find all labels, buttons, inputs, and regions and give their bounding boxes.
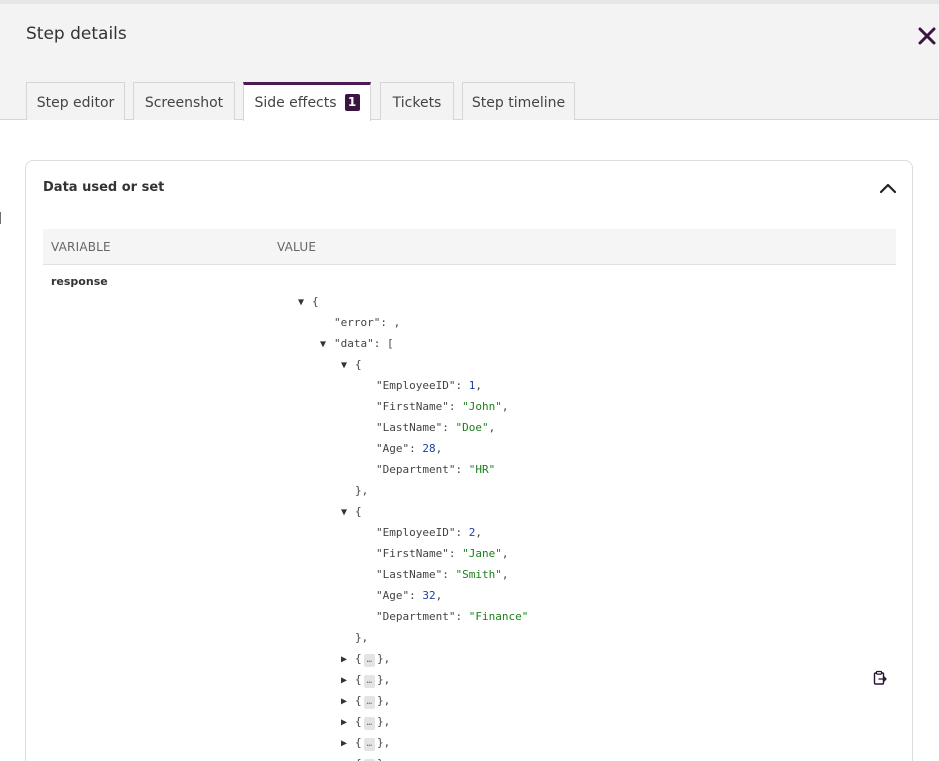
ellipsis-button[interactable]: … xyxy=(363,717,376,730)
json-value: "Jane" xyxy=(462,547,502,560)
chevron-up-icon xyxy=(879,183,897,194)
json-collapsed-object[interactable]: ▶{…}, xyxy=(341,732,390,753)
expand-toggle-icon[interactable]: ▶ xyxy=(341,670,355,691)
json-value: 1 xyxy=(468,379,476,392)
json-field: "EmployeeID": 1, xyxy=(376,379,482,392)
json-collapsed-object[interactable]: ▶{…}, xyxy=(341,711,390,732)
json-value: "HR" xyxy=(468,463,496,476)
json-field: "Age": 28, xyxy=(376,442,443,455)
expand-toggle-icon[interactable]: ▼ xyxy=(298,292,312,313)
json-line-error: "error": , xyxy=(334,316,401,329)
json-key: "EmployeeID" xyxy=(376,526,456,539)
json-brace: { xyxy=(312,295,319,308)
tab-label: Tickets xyxy=(392,95,442,111)
json-value: 28 xyxy=(422,442,436,455)
json-value: "John" xyxy=(462,400,502,413)
json-collapsed-object[interactable]: ▶{…}, xyxy=(341,690,390,711)
collapse-button[interactable] xyxy=(877,177,899,199)
tab-step-timeline[interactable]: Step timeline xyxy=(462,82,575,120)
json-object-close: }, xyxy=(355,484,369,497)
expand-toggle-icon[interactable]: ▶ xyxy=(341,691,355,712)
json-value: "Finance" xyxy=(468,610,529,623)
json-object-open: ▼{ xyxy=(341,501,362,522)
modal-header: Step details Step editor Screenshot Side… xyxy=(0,4,939,121)
expand-toggle-icon[interactable]: ▼ xyxy=(341,502,355,523)
json-key: "error" xyxy=(334,316,381,329)
json-key: "Age" xyxy=(376,442,410,455)
tab-step-editor[interactable]: Step editor xyxy=(26,82,125,120)
data-used-panel: Data used or set VARIABLE VALUE response… xyxy=(25,160,913,761)
ellipsis-button[interactable]: … xyxy=(363,738,376,751)
tab-tickets[interactable]: Tickets xyxy=(380,82,454,120)
json-object-close: }, xyxy=(355,631,369,644)
expand-toggle-icon[interactable]: ▼ xyxy=(320,334,334,355)
edge-marker xyxy=(0,212,1,224)
side-effects-count-badge: 1 xyxy=(344,94,360,111)
expand-toggle-icon[interactable]: ▶ xyxy=(341,733,355,754)
ellipsis-button[interactable]: … xyxy=(363,696,376,709)
column-header-value: VALUE xyxy=(277,240,317,254)
json-value: 2 xyxy=(468,526,476,539)
json-root-line: ▼{ xyxy=(298,291,319,312)
close-icon xyxy=(918,27,936,45)
json-field: "FirstName": "John", xyxy=(376,400,509,413)
json-key: "FirstName" xyxy=(376,400,449,413)
json-key: "data" xyxy=(334,337,374,350)
json-field: "Department": "Finance" xyxy=(376,610,529,623)
json-key: "LastName" xyxy=(376,421,443,434)
json-key: "Department" xyxy=(376,610,456,623)
json-bracket: [ xyxy=(387,337,394,350)
close-button[interactable] xyxy=(915,24,939,48)
json-field: "FirstName": "Jane", xyxy=(376,547,509,560)
copy-value-button[interactable] xyxy=(872,670,888,686)
json-field: "Age": 32, xyxy=(376,589,443,602)
tab-screenshot[interactable]: Screenshot xyxy=(133,82,235,120)
json-field: "EmployeeID": 2, xyxy=(376,526,482,539)
modal-title: Step details xyxy=(26,24,127,44)
tab-label: Step timeline xyxy=(471,95,566,111)
json-collapsed-object[interactable]: ▶{…}, xyxy=(341,648,390,669)
json-value: "Smith" xyxy=(455,568,502,581)
json-line-data: ▼ "data": [ xyxy=(320,333,394,354)
json-field: "Department": "HR" xyxy=(376,463,496,476)
json-key: "Department" xyxy=(376,463,456,476)
table-header: VARIABLE VALUE xyxy=(43,229,896,265)
ellipsis-button[interactable]: … xyxy=(363,654,376,667)
json-value: 32 xyxy=(422,589,436,602)
expand-toggle-icon[interactable]: ▼ xyxy=(341,355,355,376)
json-collapsed-object[interactable]: ▶{…}, xyxy=(341,669,390,690)
expand-toggle-icon[interactable]: ▶ xyxy=(341,649,355,670)
json-key: "Age" xyxy=(376,589,410,602)
json-key: "FirstName" xyxy=(376,547,449,560)
json-value: "Doe" xyxy=(455,421,489,434)
tab-label: Screenshot xyxy=(144,95,224,111)
tab-label: Side effects xyxy=(254,95,337,111)
json-collapsed-object[interactable]: ▶{…}, xyxy=(341,753,390,761)
json-key: "EmployeeID" xyxy=(376,379,456,392)
clipboard-icon xyxy=(873,670,887,685)
step-details-modal: Step details Step editor Screenshot Side… xyxy=(0,0,939,761)
json-key: "LastName" xyxy=(376,568,443,581)
tab-label: Step editor xyxy=(36,95,115,111)
json-field: "LastName": "Doe", xyxy=(376,421,496,434)
expand-toggle-icon[interactable]: ▶ xyxy=(341,754,355,761)
column-header-variable: VARIABLE xyxy=(51,240,111,254)
variable-name: response xyxy=(51,275,108,288)
json-field: "LastName": "Smith", xyxy=(376,568,509,581)
panel-title: Data used or set xyxy=(43,180,165,195)
json-object-open: ▼{ xyxy=(341,354,362,375)
tab-side-effects[interactable]: Side effects 1 xyxy=(243,82,371,121)
expand-toggle-icon[interactable]: ▶ xyxy=(341,712,355,733)
ellipsis-button[interactable]: … xyxy=(363,675,376,688)
